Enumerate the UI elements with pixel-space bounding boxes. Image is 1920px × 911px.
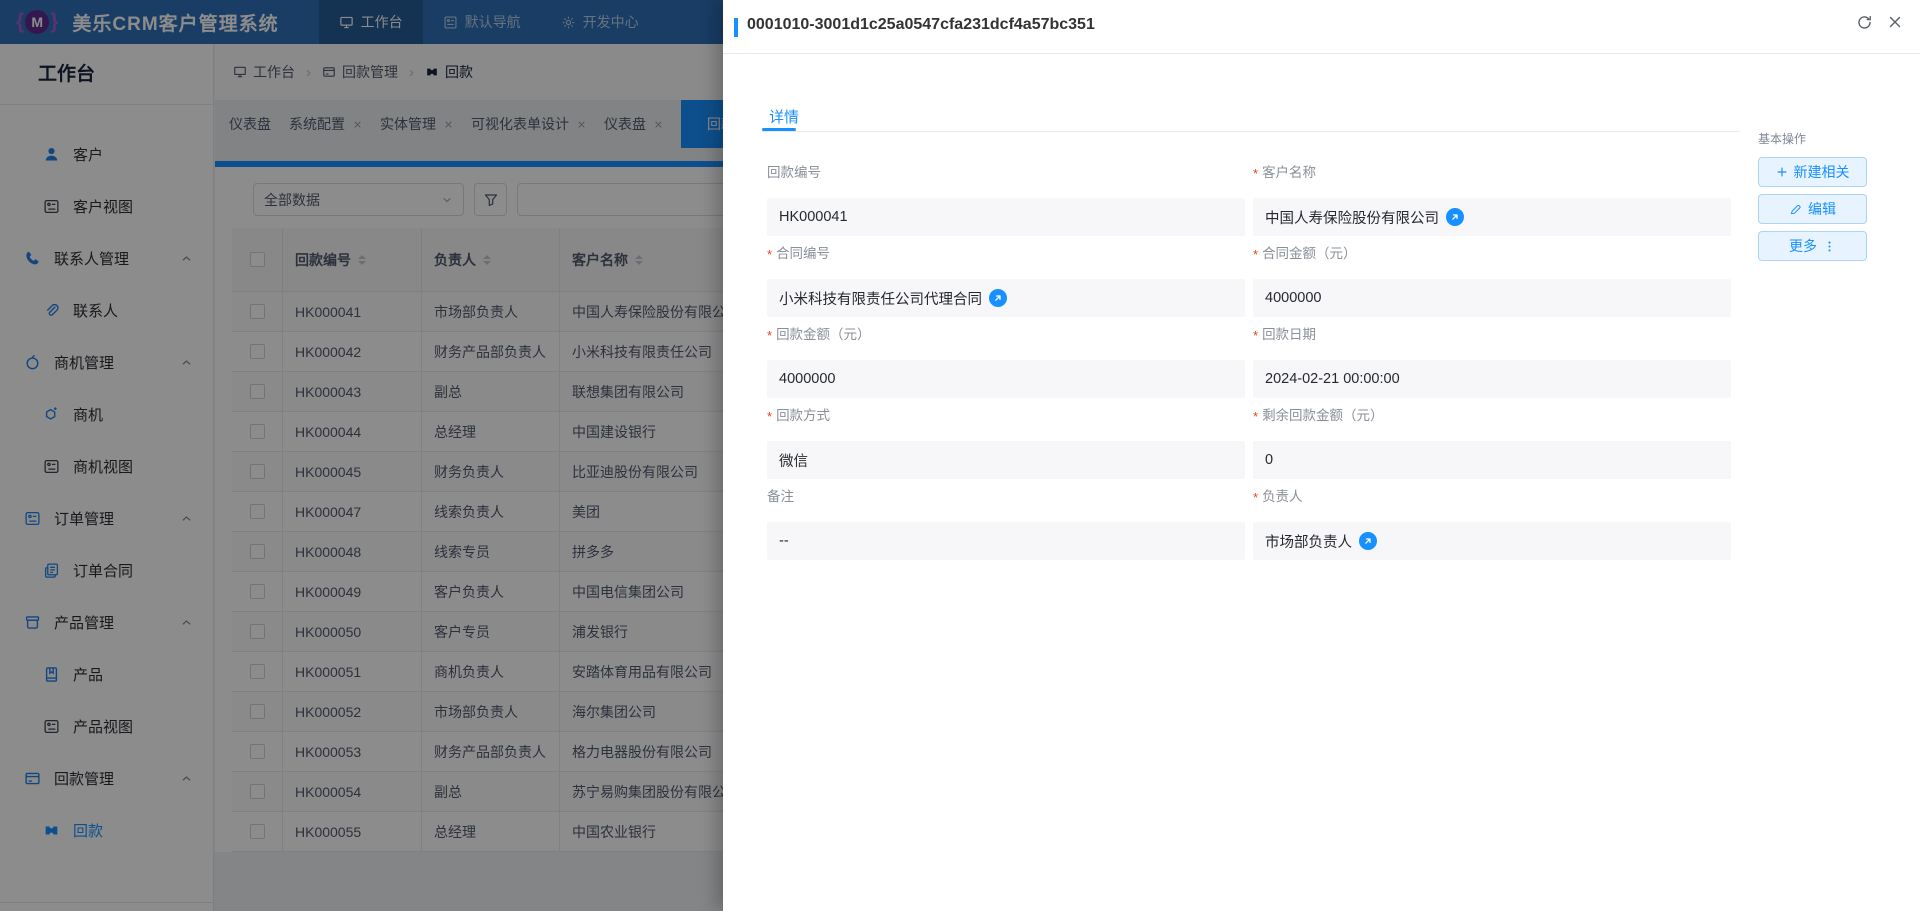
- field-value: 0: [1253, 441, 1731, 479]
- required-marker: *: [1253, 166, 1258, 181]
- app-root: { M } 美乐CRM客户管理系统 工作台 默认导航 开发中心 工作台: [0, 0, 1920, 911]
- field-value: 市场部负责人: [1253, 522, 1731, 560]
- open-link-icon[interactable]: [1446, 208, 1464, 226]
- field-payment-amount: *回款金额（元） 4000000: [767, 323, 1245, 343]
- field-value: 小米科技有限责任公司代理合同: [767, 279, 1245, 317]
- close-icon[interactable]: [1887, 14, 1903, 30]
- required-marker: *: [1253, 490, 1258, 505]
- refresh-icon[interactable]: [1856, 14, 1873, 31]
- field-value: 4000000: [767, 360, 1245, 398]
- actions-group-label: 基本操作: [1758, 130, 1878, 147]
- drawer-title: 0001010-3001d1c25a0547cfa231dcf4a57bc351: [747, 16, 1095, 34]
- required-marker: *: [1253, 247, 1258, 262]
- field-value: 2024-02-21 00:00:00: [1253, 360, 1731, 398]
- required-marker: *: [1253, 409, 1258, 424]
- field-remaining-amount: *剩余回款金额（元） 0: [1253, 404, 1731, 424]
- field-customer-name: *客户名称 中国人寿保险股份有限公司: [1253, 161, 1731, 181]
- field-payment-method: *回款方式 微信: [767, 404, 1245, 424]
- open-link-icon[interactable]: [1359, 532, 1377, 550]
- required-marker: *: [1253, 328, 1258, 343]
- drawer-mask[interactable]: [0, 0, 723, 911]
- field-contract-no: *合同编号 小米科技有限责任公司代理合同: [767, 242, 1245, 262]
- tab-detail[interactable]: 详情: [769, 106, 799, 127]
- tab-active-underline: [762, 128, 796, 131]
- field-remark: 备注 --: [767, 485, 1245, 505]
- more-button[interactable]: 更多: [1758, 231, 1867, 261]
- more-vertical-icon: [1823, 240, 1836, 253]
- create-related-button[interactable]: 新建相关: [1758, 157, 1867, 187]
- edit-button[interactable]: 编辑: [1758, 194, 1867, 224]
- payment-detail-drawer: 0001010-3001d1c25a0547cfa231dcf4a57bc351…: [723, 0, 1920, 911]
- field-contract-amount: *合同金额（元） 4000000: [1253, 242, 1731, 262]
- field-owner: *负责人 市场部负责人: [1253, 485, 1731, 505]
- title-accent-bar: [734, 18, 738, 37]
- field-value: 微信: [767, 441, 1245, 479]
- required-marker: *: [767, 409, 772, 424]
- open-link-icon[interactable]: [989, 289, 1007, 307]
- required-marker: *: [767, 328, 772, 343]
- field-payment-no: 回款编号 HK000041: [767, 161, 1245, 181]
- required-marker: *: [767, 247, 772, 262]
- field-value: --: [767, 522, 1245, 560]
- basic-actions-panel: 基本操作 新建相关 编辑 更多: [1758, 130, 1878, 268]
- drawer-header: 0001010-3001d1c25a0547cfa231dcf4a57bc351: [723, 0, 1920, 54]
- pencil-icon: [1789, 203, 1802, 216]
- field-payment-date: *回款日期 2024-02-21 00:00:00: [1253, 323, 1731, 343]
- plus-icon: [1776, 166, 1788, 178]
- field-value: 4000000: [1253, 279, 1731, 317]
- field-value: 中国人寿保险股份有限公司: [1253, 198, 1731, 236]
- field-value: HK000041: [767, 198, 1245, 236]
- tab-divider: [762, 131, 1740, 132]
